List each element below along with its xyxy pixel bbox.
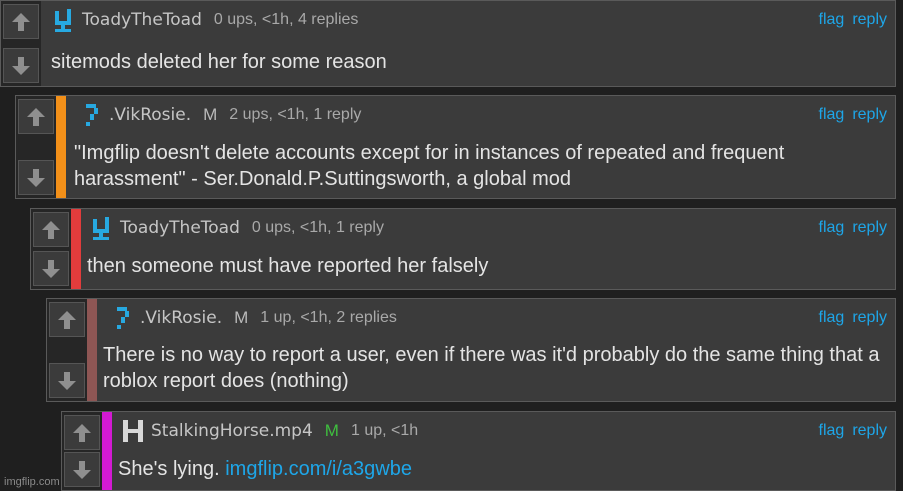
vote-column (31, 209, 71, 289)
vote-column (47, 299, 87, 401)
up-arrow-icon (58, 310, 76, 329)
comment-header: ToadyTheToad 0 ups, <1h, 4 replies flag … (51, 7, 895, 33)
flag-link[interactable]: flag (819, 11, 845, 29)
username-link[interactable]: ToadyTheToad (120, 218, 240, 238)
down-arrow-icon (27, 168, 45, 187)
down-arrow-icon (12, 56, 30, 75)
reply-link[interactable]: reply (852, 106, 887, 124)
comment: ToadyTheToad 0 ups, <1h, 4 replies flag … (0, 0, 896, 87)
flag-link[interactable]: flag (819, 422, 845, 440)
comment-header: .VikRosie. M 2 ups, <1h, 1 reply flag re… (78, 102, 895, 128)
avatar[interactable] (51, 7, 77, 33)
upvote-button[interactable] (33, 212, 69, 247)
avatar[interactable] (120, 418, 146, 444)
username-link[interactable]: StalkingHorse.mp4 (151, 421, 313, 441)
upvote-button[interactable] (3, 4, 39, 39)
vote-column (16, 96, 56, 198)
downvote-button[interactable] (3, 48, 39, 83)
comment-body-text: She's lying. (118, 458, 220, 480)
downvote-button[interactable] (33, 251, 69, 286)
reply-link[interactable]: reply (852, 422, 887, 440)
comment: .VikRosie. M 1 up, <1h, 2 replies flag r… (46, 298, 896, 402)
vote-column (1, 1, 41, 86)
comment-body: "Imgflip doesn't delete accounts except … (74, 142, 785, 190)
vote-column (62, 412, 102, 490)
reply-link[interactable]: reply (852, 309, 887, 327)
comment-meta: 0 ups, <1h, 1 reply (251, 219, 384, 236)
thread-color-bar (71, 209, 81, 289)
avatar[interactable] (78, 102, 104, 128)
comment-meta: 0 ups, <1h, 4 replies (213, 11, 359, 28)
thread-color-bar (87, 299, 97, 401)
comment: .VikRosie. M 2 ups, <1h, 1 reply flag re… (15, 95, 896, 199)
comment-header: .VikRosie. M 1 up, <1h, 2 replies flag r… (109, 305, 895, 331)
comment-body: then someone must have reported her fals… (87, 255, 489, 277)
thread-color-bar (56, 96, 66, 198)
watermark: imgflip.com (4, 476, 60, 488)
comment: ToadyTheToad 0 ups, <1h, 1 reply flag re… (30, 208, 896, 290)
comment-actions: flag reply (819, 215, 887, 241)
mod-badge: M (234, 308, 249, 327)
comment-body: sitemods deleted her for some reason (51, 51, 387, 73)
comment-header: StalkingHorse.mp4 M 1 up, <1h flag reply (120, 418, 895, 444)
thread-color-bar (102, 412, 112, 490)
username-link[interactable]: .VikRosie. (140, 308, 222, 328)
mod-badge: M (203, 105, 218, 124)
up-arrow-icon (73, 423, 91, 442)
down-arrow-icon (58, 371, 76, 390)
comment-body: She's lying. imgflip.com/i/a3gwbe (118, 456, 885, 482)
avatar[interactable] (109, 305, 135, 331)
reply-link[interactable]: reply (852, 219, 887, 237)
downvote-button[interactable] (49, 363, 85, 398)
comment-meta: 1 up, <1h, 2 replies (260, 309, 397, 326)
upvote-button[interactable] (49, 302, 85, 337)
down-arrow-icon (42, 259, 60, 278)
comment-body: There is no way to report a user, even i… (103, 344, 880, 392)
mod-badge: M (324, 421, 339, 440)
flag-link[interactable]: flag (819, 309, 845, 327)
avatar[interactable] (89, 215, 115, 241)
up-arrow-icon (27, 107, 45, 126)
comment-meta: 1 up, <1h (350, 422, 419, 439)
username-link[interactable]: .VikRosie. (109, 105, 191, 125)
comment-actions: flag reply (819, 7, 887, 33)
reply-link[interactable]: reply (852, 11, 887, 29)
upvote-button[interactable] (18, 99, 54, 134)
flag-link[interactable]: flag (819, 219, 845, 237)
up-arrow-icon (12, 12, 30, 31)
comment-header: ToadyTheToad 0 ups, <1h, 1 reply flag re… (89, 215, 895, 241)
downvote-button[interactable] (18, 160, 54, 195)
comment-meta: 2 ups, <1h, 1 reply (229, 106, 362, 123)
comment-actions: flag reply (819, 305, 887, 331)
flag-link[interactable]: flag (819, 106, 845, 124)
down-arrow-icon (73, 460, 91, 479)
username-link[interactable]: ToadyTheToad (82, 10, 202, 30)
downvote-button[interactable] (64, 452, 100, 487)
upvote-button[interactable] (64, 415, 100, 450)
image-link[interactable]: imgflip.com/i/a3gwbe (225, 458, 412, 480)
comment-actions: flag reply (819, 418, 887, 444)
comment: StalkingHorse.mp4 M 1 up, <1h flag reply… (61, 411, 896, 491)
comment-actions: flag reply (819, 102, 887, 128)
up-arrow-icon (42, 220, 60, 239)
